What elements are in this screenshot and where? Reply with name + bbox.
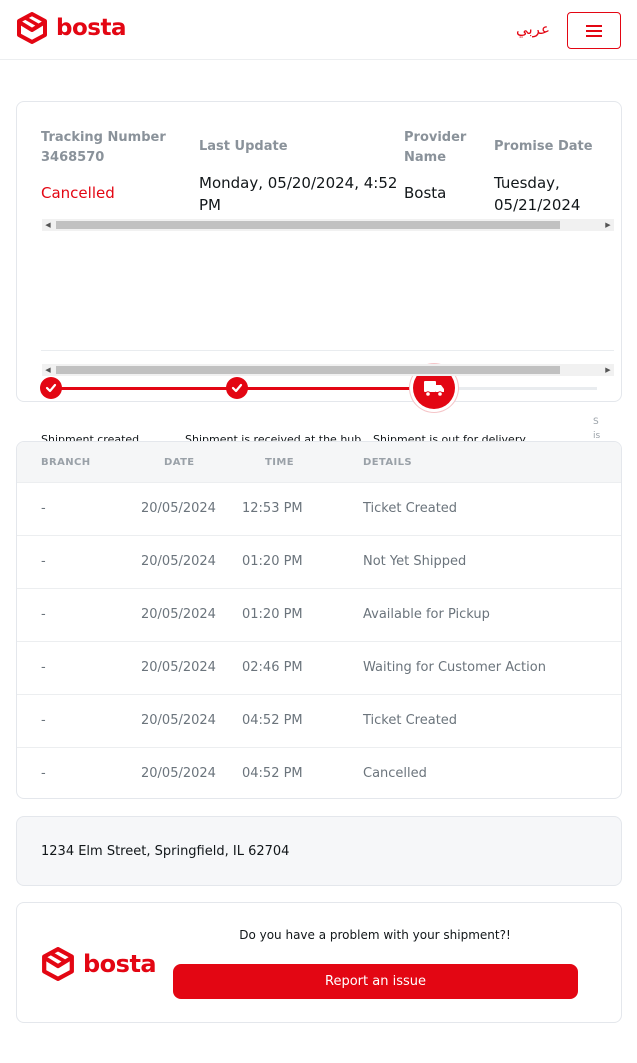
table-row: - 20/05/2024 01:20 PM Available for Pick…	[17, 588, 621, 641]
issue-question: Do you have a problem with your shipment…	[239, 928, 511, 942]
status-value: Cancelled	[41, 184, 115, 202]
info-horizontal-scrollbar[interactable]: ◀ ▶	[42, 219, 614, 231]
report-issue-button[interactable]: Report an issue	[173, 964, 578, 999]
cell-time: 01:20 PM	[242, 554, 303, 569]
bosta-logo: bosta	[41, 947, 157, 981]
table-row: - 20/05/2024 04:52 PM Cancelled	[17, 747, 621, 798]
cell-date: 20/05/2024	[141, 713, 216, 728]
cell-time: 01:20 PM	[242, 607, 303, 622]
report-issue-card: bosta Do you have a problem with your sh…	[16, 902, 622, 1023]
last-update-value-line1: Monday, 05/20/2024, 4:52	[199, 174, 398, 192]
scroll-left-icon[interactable]: ◀	[42, 219, 54, 231]
scrollbar-thumb[interactable]	[56, 366, 560, 374]
brand-name: bosta	[56, 15, 126, 41]
last-update-value-line2: PM	[199, 196, 221, 214]
truck-icon	[424, 381, 444, 397]
promise-date-value-line2: 05/21/2024	[494, 196, 581, 214]
step-label-truncated: S	[593, 417, 599, 427]
cell-branch: -	[41, 501, 46, 516]
brand-name: bosta	[83, 950, 157, 978]
cell-date: 20/05/2024	[141, 766, 216, 781]
column-header-details: DETAILS	[363, 457, 413, 468]
bosta-logo-icon	[42, 947, 74, 981]
cell-branch: -	[41, 660, 46, 675]
progress-horizontal-scrollbar[interactable]: ◀ ▶	[42, 364, 614, 376]
cell-date: 20/05/2024	[141, 660, 216, 675]
tracking-card: Tracking Number 3468570 Cancelled Last U…	[16, 101, 622, 455]
cell-branch: -	[41, 607, 46, 622]
provider-label-line2: Name	[404, 150, 447, 165]
tracking-number-value: 3468570	[41, 150, 105, 165]
cell-date: 20/05/2024	[141, 607, 216, 622]
table-row: - 20/05/2024 02:46 PM Waiting for Custom…	[17, 641, 621, 694]
cell-time: 12:53 PM	[242, 501, 303, 516]
cell-branch: -	[41, 713, 46, 728]
delivery-address: 1234 Elm Street, Springfield, IL 62704	[41, 844, 290, 859]
tracking-info-row: Tracking Number 3468570 Cancelled Last U…	[17, 102, 621, 222]
cell-details: Waiting for Customer Action	[363, 660, 546, 675]
last-update-label: Last Update	[199, 139, 288, 154]
top-header: bosta عربي	[0, 0, 637, 60]
column-header-date: DATE	[164, 457, 195, 468]
check-icon	[45, 383, 57, 393]
tracking-number-label: Tracking Number	[41, 130, 166, 145]
promise-date-value-line1: Tuesday,	[494, 174, 560, 192]
step-created-dot	[40, 377, 62, 399]
cell-time: 04:52 PM	[242, 713, 303, 728]
step-received-dot	[226, 377, 248, 399]
history-table: BRANCH DATE TIME DETAILS - 20/05/2024 12…	[16, 441, 622, 799]
column-header-branch: BRANCH	[41, 457, 91, 468]
cell-time: 04:52 PM	[242, 766, 303, 781]
scroll-left-icon[interactable]: ◀	[42, 364, 54, 376]
cell-branch: -	[41, 554, 46, 569]
address-card: 1234 Elm Street, Springfield, IL 62704	[16, 816, 622, 886]
bosta-logo-icon	[17, 12, 47, 44]
check-icon	[231, 383, 243, 393]
scroll-right-icon[interactable]: ▶	[602, 219, 614, 231]
progress-line-done	[241, 387, 431, 390]
provider-label-line1: Provider	[404, 130, 467, 145]
progress-line-pending	[453, 387, 597, 390]
scrollbar-thumb[interactable]	[56, 221, 560, 229]
divider	[41, 350, 614, 351]
menu-button[interactable]	[567, 12, 621, 49]
cell-details: Available for Pickup	[363, 607, 490, 622]
cell-details: Not Yet Shipped	[363, 554, 467, 569]
table-row: - 20/05/2024 12:53 PM Ticket Created	[17, 482, 621, 535]
cell-time: 02:46 PM	[242, 660, 303, 675]
column-header-time: TIME	[265, 457, 294, 468]
cell-details: Ticket Created	[363, 501, 458, 516]
promise-date-label: Promise Date	[494, 139, 593, 154]
cell-details: Ticket Created	[363, 713, 458, 728]
scroll-right-icon[interactable]: ▶	[602, 364, 614, 376]
language-toggle[interactable]: عربي	[516, 20, 550, 38]
bosta-logo[interactable]: bosta	[16, 12, 126, 44]
table-header: BRANCH DATE TIME DETAILS	[17, 442, 621, 483]
table-row: - 20/05/2024 01:20 PM Not Yet Shipped	[17, 535, 621, 588]
hamburger-icon	[586, 24, 602, 37]
cell-details: Cancelled	[363, 766, 427, 781]
cell-branch: -	[41, 766, 46, 781]
cell-date: 20/05/2024	[141, 501, 216, 516]
table-row: - 20/05/2024 04:52 PM Ticket Created	[17, 694, 621, 747]
provider-value: Bosta	[404, 184, 447, 202]
progress-line-done	[51, 387, 241, 390]
cell-date: 20/05/2024	[141, 554, 216, 569]
